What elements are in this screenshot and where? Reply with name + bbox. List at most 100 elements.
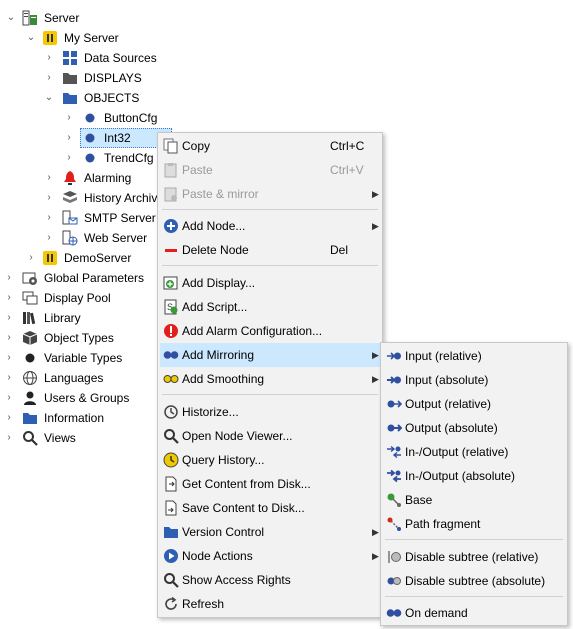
menu-item-add-mirroring[interactable]: Add Mirroring ▶ [160, 343, 380, 367]
tree-item-history-archive[interactable]: › History Archiv [0, 188, 157, 208]
chevron-right-icon[interactable]: › [44, 168, 54, 188]
submenu-item-inout-absolute[interactable]: In-/Output (absolute) [383, 464, 565, 488]
tree-item-buttoncfg[interactable]: › ButtonCfg [0, 108, 170, 128]
chevron-right-icon[interactable]: › [44, 68, 54, 88]
chevron-right-icon[interactable]: › [4, 428, 14, 448]
tree-item-server[interactable]: ⌄ Server [0, 8, 120, 28]
menu-label: Add Display... [182, 276, 256, 290]
tree-item-object-types[interactable]: › Object Types [0, 328, 157, 348]
chevron-down-icon[interactable]: ⌄ [6, 8, 16, 28]
menu-label: Refresh [182, 597, 225, 611]
menu-item-version-control[interactable]: Version Control ▶ [160, 520, 380, 544]
server-instance-icon [42, 30, 58, 46]
chevron-right-icon[interactable]: › [4, 348, 14, 368]
tree-item-displays[interactable]: › DISPLAYS [0, 68, 150, 88]
menu-item-query-history[interactable]: Query History... [160, 448, 380, 472]
global-parameters-icon [22, 270, 38, 286]
chevron-right-icon[interactable]: › [64, 108, 74, 128]
tree-item-demo-server[interactable]: › DemoServer [0, 248, 157, 268]
submenu-item-disable-subtree-relative[interactable]: Disable subtree (relative) [383, 545, 565, 569]
chevron-right-icon[interactable]: › [44, 188, 54, 208]
tree-item-objects[interactable]: ⌄ OBJECTS [0, 88, 150, 108]
tree-item-variable-types[interactable]: › Variable Types [0, 348, 157, 368]
output-relative-icon [386, 396, 402, 412]
chevron-right-icon[interactable]: › [4, 308, 14, 328]
chevron-right-icon[interactable]: › [4, 408, 14, 428]
tree-item-users-groups[interactable]: › Users & Groups [0, 388, 157, 408]
menu-item-copy[interactable]: Copy Ctrl+C [160, 134, 380, 158]
submenu-item-output-absolute[interactable]: Output (absolute) [383, 416, 565, 440]
chevron-right-icon[interactable]: › [64, 148, 74, 168]
chevron-down-icon[interactable]: ⌄ [44, 88, 54, 108]
tree-item-languages[interactable]: › Languages [0, 368, 157, 388]
submenu-arrow-icon: ▶ [372, 551, 379, 561]
path-fragment-icon [386, 516, 402, 532]
menu-item-add-smoothing[interactable]: Add Smoothing ▶ [160, 367, 380, 391]
chevron-right-icon[interactable]: › [4, 268, 14, 288]
menu-item-add-alarm-configuration[interactable]: Add Alarm Configuration... [160, 319, 380, 343]
tree-item-smtp-server[interactable]: › SMTP Server [0, 208, 157, 228]
folder-icon [163, 524, 179, 540]
tree-item-data-sources[interactable]: › Data Sources [0, 48, 170, 68]
menu-label: Paste [182, 163, 213, 177]
display-pool-icon [22, 290, 38, 306]
submenu-item-input-absolute[interactable]: Input (absolute) [383, 368, 565, 392]
submenu-arrow-icon: ▶ [372, 350, 379, 360]
menu-item-historize[interactable]: Historize... [160, 400, 380, 424]
server-instance-icon [42, 250, 58, 266]
menu-item-add-display[interactable]: Add Display... [160, 271, 380, 295]
submenu-item-path-fragment[interactable]: Path fragment [383, 512, 565, 536]
archive-icon [62, 190, 78, 206]
tree-label: Variable Types [44, 351, 123, 365]
menu-item-paste[interactable]: Paste Ctrl+V [160, 158, 380, 182]
tree-label: My Server [64, 31, 119, 45]
tree-label: Information [44, 411, 105, 425]
submenu-item-inout-relative[interactable]: In-/Output (relative) [383, 440, 565, 464]
submenu-item-on-demand[interactable]: On demand [383, 601, 565, 625]
chevron-right-icon[interactable]: › [4, 328, 14, 348]
chevron-right-icon[interactable]: › [64, 128, 74, 148]
submenu-item-disable-subtree-absolute[interactable]: Disable subtree (absolute) [383, 569, 565, 593]
chevron-right-icon[interactable]: › [44, 208, 54, 228]
chevron-right-icon[interactable]: › [4, 388, 14, 408]
menu-item-refresh[interactable]: Refresh [160, 592, 380, 616]
tree-item-alarming[interactable]: › Alarming [0, 168, 157, 188]
menu-label: Input (absolute) [405, 373, 489, 387]
menu-item-delete-node[interactable]: Delete Node Del [160, 238, 380, 262]
chevron-right-icon[interactable]: › [44, 228, 54, 248]
tree-item-library[interactable]: › Library [0, 308, 157, 328]
menu-item-save-content-to-disk[interactable]: Save Content to Disk... [160, 496, 380, 520]
chevron-right-icon[interactable]: › [44, 48, 54, 68]
tree-label: Web Server [84, 231, 148, 245]
tree-item-display-pool[interactable]: › Display Pool [0, 288, 157, 308]
tree-item-web-server[interactable]: › Web Server [0, 228, 157, 248]
menu-separator [385, 539, 563, 540]
submenu-item-output-relative[interactable]: Output (relative) [383, 392, 565, 416]
submenu-item-base[interactable]: Base [383, 488, 565, 512]
tree-item-int32[interactable]: › Int32 [0, 128, 175, 148]
menu-label: Add Node... [182, 219, 246, 233]
menu-item-show-access-rights[interactable]: Show Access Rights [160, 568, 380, 592]
paste-icon [163, 162, 179, 178]
chevron-right-icon[interactable]: › [4, 368, 14, 388]
historize-icon [163, 404, 179, 420]
menu-item-paste-mirror[interactable]: Paste & mirror ▶ [160, 182, 380, 206]
menu-item-open-node-viewer[interactable]: Open Node Viewer... [160, 424, 380, 448]
submenu-arrow-icon: ▶ [372, 221, 379, 231]
tree-item-my-server[interactable]: ⌄ My Server [0, 28, 140, 48]
menu-item-node-actions[interactable]: Node Actions ▶ [160, 544, 380, 568]
submenu-item-input-relative[interactable]: Input (relative) [383, 344, 565, 368]
menu-label: Save Content to Disk... [182, 501, 305, 515]
tree-item-global-parameters[interactable]: › Global Parameters [0, 268, 157, 288]
add-circle-icon [163, 218, 179, 234]
tree-item-information[interactable]: › Information [0, 408, 157, 428]
menu-item-add-node[interactable]: Add Node... ▶ [160, 214, 380, 238]
menu-item-add-script[interactable]: S Add Script... [160, 295, 380, 319]
user-icon [22, 390, 38, 406]
chevron-right-icon[interactable]: › [4, 288, 14, 308]
chevron-right-icon[interactable]: › [26, 248, 36, 268]
tree-item-trendcfg[interactable]: › TrendCfg [0, 148, 160, 168]
chevron-down-icon[interactable]: ⌄ [26, 28, 36, 48]
menu-item-get-content-from-disk[interactable]: Get Content from Disk... [160, 472, 380, 496]
tree-item-views[interactable]: › Views [0, 428, 157, 448]
